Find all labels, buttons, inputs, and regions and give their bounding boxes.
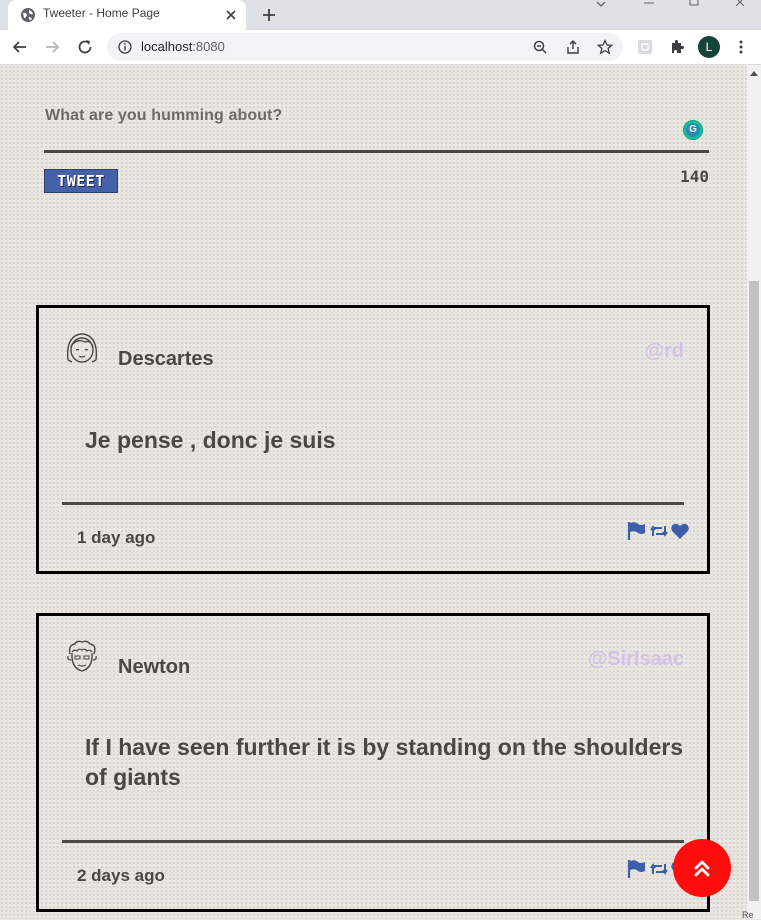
scroll-up-arrow-icon[interactable] [750,71,758,76]
tab-strip: Tweeter - Home Page [0,0,761,30]
grammarly-label: G [686,123,700,137]
address-bar[interactable]: localhost:8080 [107,33,623,61]
retweet-icon[interactable] [649,859,669,879]
extensions-icon[interactable] [668,38,686,56]
close-tab-icon[interactable] [222,6,240,24]
minimize-icon[interactable] [636,0,662,10]
character-counter: 140 [680,167,709,186]
tweet-compose-input[interactable]: What are you humming about? [45,107,645,125]
url-text[interactable]: localhost:8080 [141,39,225,54]
kebab-menu-icon[interactable] [732,38,750,56]
close-window-icon[interactable] [727,0,753,10]
page-viewport: What are you humming about? G TWEET 140 … [0,65,747,919]
tweet-text: Je pense , donc je suis [85,427,336,453]
forward-arrow-icon[interactable] [42,37,62,57]
double-chevron-up-icon [694,860,710,877]
tweet-card: Newton @SirIsaac If I have seen further … [36,613,710,912]
retweet-icon[interactable] [649,521,669,541]
scroll-to-top-button[interactable] [673,839,731,897]
extension-puzzle-grey-icon[interactable] [636,38,654,56]
flag-icon[interactable] [626,859,646,879]
heart-icon[interactable] [670,521,690,541]
scrollbar-thumb[interactable] [749,281,759,901]
url-host: localhost [141,39,193,54]
grammarly-icon[interactable]: G [683,120,703,140]
share-icon[interactable] [565,39,581,55]
vertical-scrollbar[interactable] [747,65,761,919]
tweet-divider [62,840,684,843]
browser-tab[interactable]: Tweeter - Home Page [8,0,246,30]
browser-toolbar: localhost:8080 L [0,30,761,64]
tweet-card: Descartes @rd Je pense , donc je suis 1 … [36,305,710,574]
tweet-actions [614,521,689,541]
maximize-icon[interactable] [681,0,707,10]
profile-avatar[interactable]: L [698,36,720,58]
tab-search-icon[interactable] [588,0,614,10]
tweet-timestamp: 1 day ago [77,528,156,547]
tweet-timestamp: 2 days ago [77,866,165,885]
tab-title: Tweeter - Home Page [43,6,160,20]
tweet-divider [62,502,684,505]
tweet-author-handle: @SirIsaac [587,648,684,670]
avatar-girl-icon [66,333,98,363]
avatar-curly-hair-icon [67,640,97,672]
bookmark-star-icon[interactable] [597,39,613,55]
flag-icon[interactable] [626,521,646,541]
url-port: :8080 [192,39,225,54]
globe-icon [21,8,35,22]
tweet-author-handle: @rd [644,340,684,362]
tweet-button[interactable]: TWEET [44,169,118,193]
tweet-author-name: Descartes [118,348,214,370]
reload-icon[interactable] [75,37,95,57]
zoom-icon[interactable] [532,39,548,55]
back-arrow-icon[interactable] [10,37,30,57]
site-info-icon[interactable] [118,40,132,54]
compose-underline [44,150,709,153]
new-tab-icon[interactable] [258,4,280,26]
tweet-text: If I have seen further it is by standing… [85,734,684,790]
tweet-author-name: Newton [118,656,191,678]
